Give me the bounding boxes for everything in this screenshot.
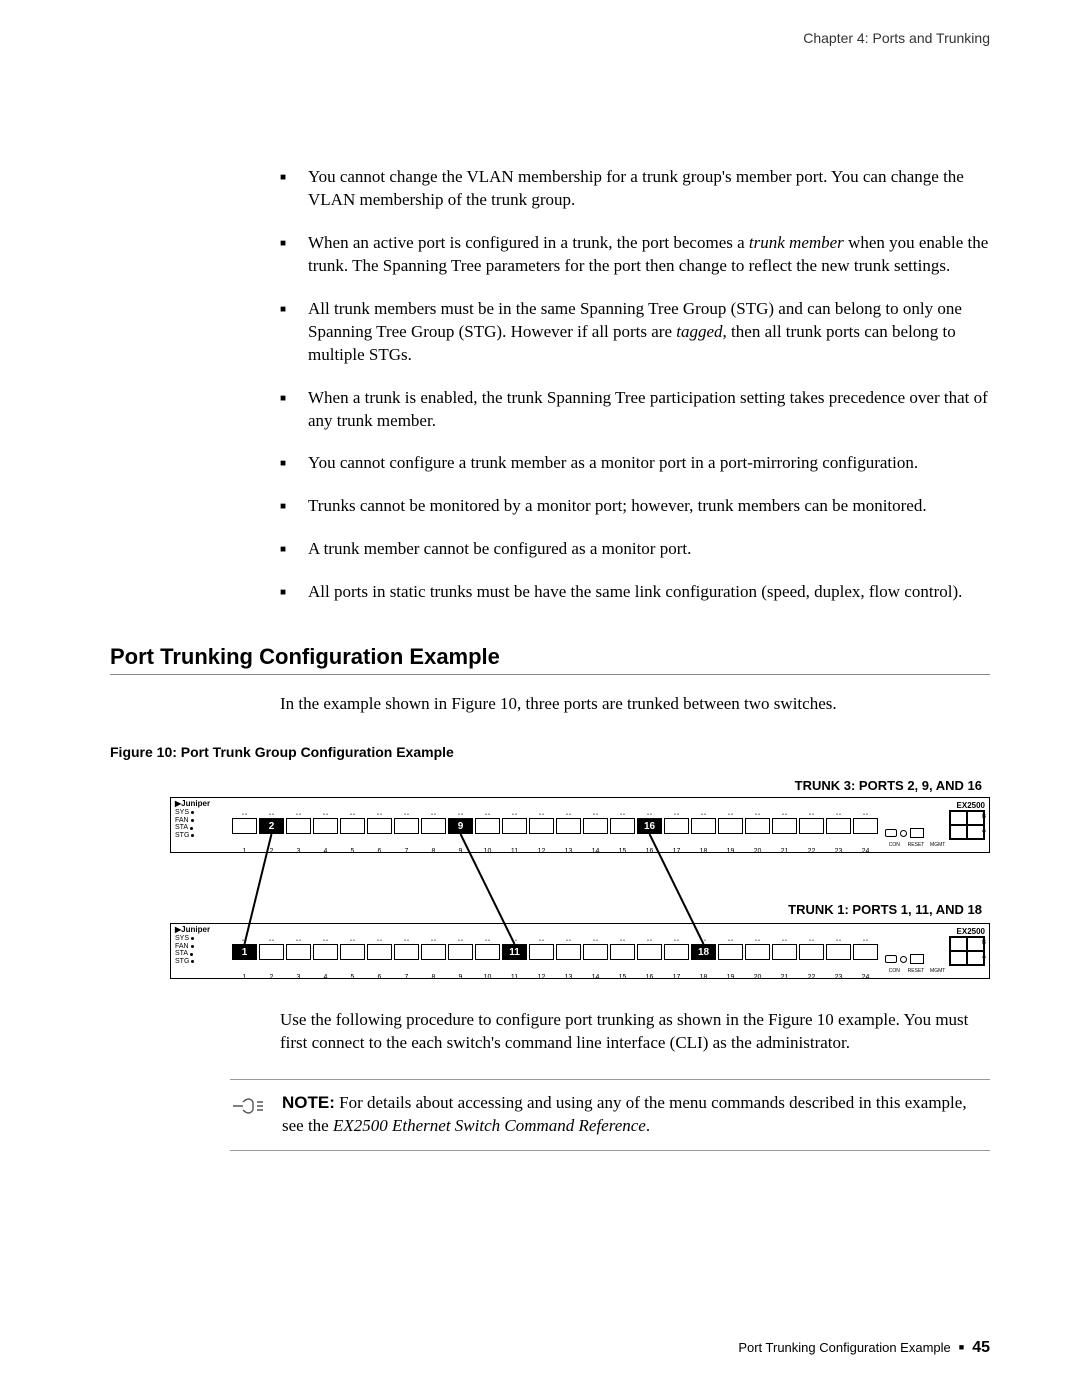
trunk3-label: TRUNK 3: PORTS 2, 9, AND 16 bbox=[170, 778, 982, 793]
port bbox=[367, 818, 392, 834]
port bbox=[475, 818, 500, 834]
port bbox=[286, 944, 311, 960]
port bbox=[394, 944, 419, 960]
figure-caption: Figure 10: Port Trunk Group Configuratio… bbox=[110, 744, 990, 760]
bullet-item: You cannot configure a trunk member as a… bbox=[280, 452, 990, 475]
port bbox=[232, 818, 257, 834]
note-block: NOTE: For details about accessing and us… bbox=[230, 1079, 990, 1151]
switch-left-panel: ▶Juniper SYS FAN STA STG bbox=[175, 800, 210, 840]
port-hi-9: 9 bbox=[448, 818, 473, 834]
port bbox=[799, 818, 824, 834]
port-hi-1: 1 bbox=[232, 944, 257, 960]
bullet-item: All trunk members must be in the same Sp… bbox=[280, 298, 990, 367]
switch-right-panel: EX2500 BA CONRESETMGMT bbox=[885, 928, 985, 974]
port bbox=[799, 944, 824, 960]
port-hi-11: 11 bbox=[502, 944, 527, 960]
switch-right-panel: EX2500 BA CONRESETMGMT bbox=[885, 802, 985, 848]
switch-top: ▶Juniper SYS FAN STA STG 2916 1234567891… bbox=[170, 797, 990, 853]
ports-strip-bottom: 11118 bbox=[231, 944, 879, 974]
port bbox=[286, 818, 311, 834]
port bbox=[772, 818, 797, 834]
switch-bottom: ▶Juniper SYS FAN STA STG 11118 123456789… bbox=[170, 923, 990, 979]
port-hi-18: 18 bbox=[691, 944, 716, 960]
note-hand-icon bbox=[230, 1092, 268, 1138]
port bbox=[313, 818, 338, 834]
port bbox=[313, 944, 338, 960]
port bbox=[610, 818, 635, 834]
port bbox=[772, 944, 797, 960]
port bbox=[340, 818, 365, 834]
section-heading: Port Trunking Configuration Example bbox=[110, 644, 990, 675]
port bbox=[718, 944, 743, 960]
bullet-item: Trunks cannot be monitored by a monitor … bbox=[280, 495, 990, 518]
port bbox=[583, 944, 608, 960]
port bbox=[826, 818, 851, 834]
port bbox=[448, 944, 473, 960]
port bbox=[421, 818, 446, 834]
bullet-item: You cannot change the VLAN membership fo… bbox=[280, 166, 990, 212]
note-text: NOTE: For details about accessing and us… bbox=[282, 1092, 990, 1138]
port bbox=[853, 944, 878, 960]
chapter-header: Chapter 4: Ports and Trunking bbox=[110, 30, 990, 46]
port bbox=[826, 944, 851, 960]
port bbox=[853, 818, 878, 834]
port bbox=[691, 818, 716, 834]
port bbox=[340, 944, 365, 960]
port-hi-2: 2 bbox=[259, 818, 284, 834]
bullet-item: A trunk member cannot be configured as a… bbox=[280, 538, 990, 561]
after-figure-paragraph: Use the following procedure to configure… bbox=[280, 1009, 990, 1055]
port bbox=[745, 818, 770, 834]
intro-paragraph: In the example shown in Figure 10, three… bbox=[280, 693, 990, 716]
bullet-item: All ports in static trunks must be have … bbox=[280, 581, 990, 604]
port-hi-16: 16 bbox=[637, 818, 662, 834]
bullet-item: When a trunk is enabled, the trunk Spann… bbox=[280, 387, 990, 433]
trunk-lines-space: TRUNK 1: PORTS 1, 11, AND 18 bbox=[170, 855, 990, 923]
port bbox=[745, 944, 770, 960]
bullet-list: You cannot change the VLAN membership fo… bbox=[280, 166, 990, 604]
trunk1-label: TRUNK 1: PORTS 1, 11, AND 18 bbox=[788, 902, 982, 917]
port bbox=[259, 944, 284, 960]
port bbox=[421, 944, 446, 960]
port bbox=[367, 944, 392, 960]
port bbox=[718, 818, 743, 834]
port bbox=[475, 944, 500, 960]
port bbox=[556, 944, 581, 960]
port bbox=[637, 944, 662, 960]
port bbox=[529, 818, 554, 834]
port bbox=[610, 944, 635, 960]
figure-diagram: TRUNK 3: PORTS 2, 9, AND 16 ▶Juniper SYS… bbox=[170, 778, 990, 979]
port bbox=[664, 944, 689, 960]
ports-strip-top: 2 9 16 bbox=[231, 818, 879, 848]
port bbox=[583, 818, 608, 834]
port bbox=[529, 944, 554, 960]
port bbox=[502, 818, 527, 834]
port bbox=[664, 818, 689, 834]
port bbox=[394, 818, 419, 834]
bullet-item: When an active port is configured in a t… bbox=[280, 232, 990, 278]
switch-left-panel: ▶Juniper SYS FAN STA STG bbox=[175, 926, 210, 966]
port bbox=[556, 818, 581, 834]
page-footer: Port Trunking Configuration Example45 bbox=[110, 1339, 990, 1357]
